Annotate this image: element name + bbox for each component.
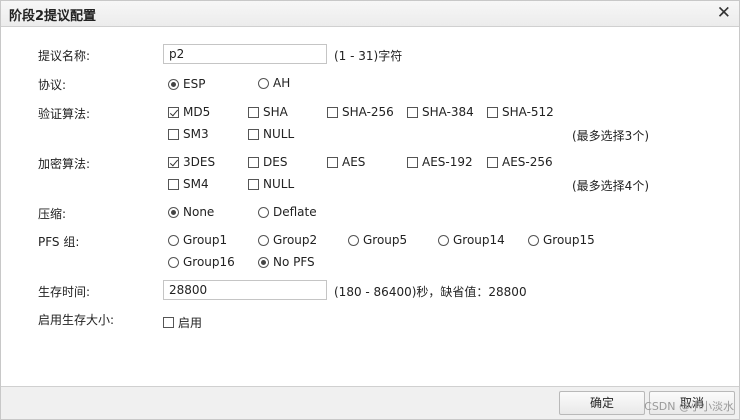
radio-group5[interactable]	[348, 234, 359, 246]
checkbox-sha256[interactable]	[327, 106, 338, 118]
encrypt-hint: (最多选择4个)	[572, 179, 649, 193]
radio-group15-label: Group15	[543, 233, 595, 247]
checkbox-sha512-label: SHA-512	[502, 105, 554, 119]
auth-option-sha[interactable]: SHA	[248, 105, 288, 119]
radio-esp-label: ESP	[183, 77, 206, 91]
checkbox-sm3-label: SM3	[183, 127, 209, 141]
radio-esp[interactable]	[168, 78, 179, 90]
radio-group1-label: Group1	[183, 233, 228, 247]
radio-no-pfs[interactable]	[258, 256, 269, 268]
proposal-name-input[interactable]	[163, 44, 327, 64]
radio-group2[interactable]	[258, 234, 269, 246]
protocol-option-esp[interactable]: ESP	[168, 77, 205, 91]
lifesize-enable-option[interactable]: 启用	[163, 314, 202, 331]
lifetime-label: 生存时间:	[38, 285, 91, 299]
pfs-option-group16[interactable]: Group16	[168, 255, 235, 269]
radio-deflate-label: Deflate	[273, 205, 317, 219]
encrypt-option-des[interactable]: DES	[248, 155, 287, 169]
checkbox-enable-lifesize-label: 启用	[178, 316, 203, 330]
auth-option-md5[interactable]: MD5	[168, 105, 210, 119]
radio-ah-label: AH	[273, 76, 291, 90]
protocol-label: 协议:	[38, 78, 67, 92]
auth-option-sm3[interactable]: SM3	[168, 127, 209, 141]
radio-group14[interactable]	[438, 234, 449, 246]
protocol-option-ah[interactable]: AH	[258, 76, 290, 90]
auth-option-sha512[interactable]: SHA-512	[487, 105, 554, 119]
radio-group16-label: Group16	[183, 255, 235, 269]
lifesize-label: 启用生存大小:	[38, 313, 115, 327]
checkbox-sha384-label: SHA-384	[422, 105, 474, 119]
checkbox-encrypt-null[interactable]	[248, 178, 259, 190]
radio-group15[interactable]	[528, 234, 539, 246]
encrypt-option-sm4[interactable]: SM4	[168, 177, 209, 191]
pfs-option-group15[interactable]: Group15	[528, 233, 595, 247]
checkbox-sha512[interactable]	[487, 106, 498, 118]
ok-button[interactable]: 确定	[559, 391, 645, 415]
radio-none[interactable]	[168, 206, 179, 218]
dialog-title: 阶段2提议配置	[9, 9, 97, 24]
auth-option-null[interactable]: NULL	[248, 127, 294, 141]
encrypt-option-aes[interactable]: AES	[327, 155, 365, 169]
auth-option-sha384[interactable]: SHA-384	[407, 105, 474, 119]
checkbox-sha[interactable]	[248, 106, 259, 118]
auth-hint: (最多选择3个)	[572, 129, 649, 143]
checkbox-enable-lifesize[interactable]	[163, 317, 174, 328]
radio-group14-label: Group14	[453, 233, 505, 247]
radio-no-pfs-label: No PFS	[273, 255, 315, 269]
checkbox-sm3[interactable]	[168, 128, 179, 140]
checkbox-sha-label: SHA	[263, 105, 288, 119]
checkbox-aes256[interactable]	[487, 156, 498, 168]
checkbox-sm4-label: SM4	[183, 177, 209, 191]
radio-group2-label: Group2	[273, 233, 318, 247]
radio-deflate[interactable]	[258, 206, 269, 218]
checkbox-md5-label: MD5	[183, 105, 211, 119]
pfs-option-group14[interactable]: Group14	[438, 233, 505, 247]
checkbox-auth-null[interactable]	[248, 128, 259, 140]
watermark: CSDN @小小淡水	[644, 400, 734, 413]
checkbox-auth-null-label: NULL	[263, 127, 295, 141]
checkbox-3des-label: 3DES	[183, 155, 216, 169]
checkbox-md5[interactable]	[168, 106, 179, 118]
checkbox-3des[interactable]	[168, 156, 179, 168]
encrypt-label: 加密算法:	[38, 157, 91, 171]
pfs-option-no-pfs[interactable]: No PFS	[258, 255, 315, 269]
radio-group1[interactable]	[168, 234, 179, 246]
checkbox-sha384[interactable]	[407, 106, 418, 118]
auth-option-sha256[interactable]: SHA-256	[327, 105, 394, 119]
lifetime-hint: (180 - 86400)秒，缺省值：28800	[334, 285, 527, 299]
auth-label: 验证算法:	[38, 107, 91, 121]
checkbox-des-label: DES	[263, 155, 288, 169]
checkbox-aes[interactable]	[327, 156, 338, 168]
compress-label: 压缩:	[38, 207, 67, 221]
radio-ah[interactable]	[258, 77, 269, 89]
proposal-dialog: 阶段2提议配置 ✕ 提议名称: (1 - 31)字符 协议: ESP AH 验证…	[0, 0, 740, 420]
checkbox-sm4[interactable]	[168, 178, 179, 190]
encrypt-option-aes256[interactable]: AES-256	[487, 155, 553, 169]
checkbox-aes256-label: AES-256	[502, 155, 553, 169]
encrypt-option-null[interactable]: NULL	[248, 177, 294, 191]
lifetime-input[interactable]	[163, 280, 327, 300]
radio-group5-label: Group5	[363, 233, 408, 247]
title-bar: 阶段2提议配置 ✕	[1, 1, 739, 27]
encrypt-option-3des[interactable]: 3DES	[168, 155, 215, 169]
checkbox-des[interactable]	[248, 156, 259, 168]
compress-option-none[interactable]: None	[168, 205, 214, 219]
pfs-label: PFS 组:	[38, 235, 80, 249]
checkbox-sha256-label: SHA-256	[342, 105, 394, 119]
encrypt-option-aes192[interactable]: AES-192	[407, 155, 473, 169]
radio-group16[interactable]	[168, 256, 179, 268]
close-icon[interactable]: ✕	[717, 3, 731, 23]
checkbox-aes192[interactable]	[407, 156, 418, 168]
checkbox-aes-label: AES	[342, 155, 366, 169]
pfs-option-group1[interactable]: Group1	[168, 233, 227, 247]
compress-option-deflate[interactable]: Deflate	[258, 205, 317, 219]
dialog-footer: 确定 取消	[1, 386, 739, 419]
proposal-name-hint: (1 - 31)字符	[334, 49, 403, 63]
pfs-option-group2[interactable]: Group2	[258, 233, 317, 247]
radio-none-label: None	[183, 205, 215, 219]
checkbox-aes192-label: AES-192	[422, 155, 473, 169]
checkbox-encrypt-null-label: NULL	[263, 177, 295, 191]
pfs-option-group5[interactable]: Group5	[348, 233, 407, 247]
proposal-name-label: 提议名称:	[38, 49, 91, 63]
